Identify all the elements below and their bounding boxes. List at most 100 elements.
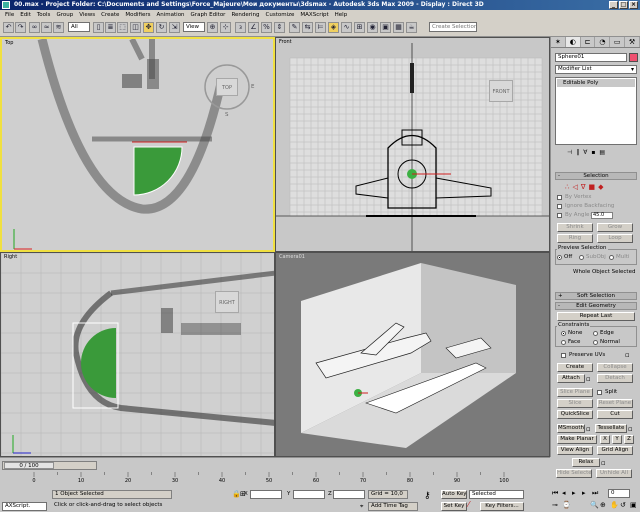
viewport-front[interactable]: Front FRONT (275, 37, 550, 252)
layer-manager-icon[interactable]: ◈ (328, 22, 339, 33)
close-icon[interactable]: × (629, 1, 638, 9)
zoom-all-icon[interactable]: ⊕ (600, 501, 606, 509)
constraint-normal-radio[interactable] (593, 340, 598, 345)
planar-z-button[interactable]: Z (624, 435, 634, 444)
time-slider-knob[interactable]: 0 / 100 (4, 462, 54, 469)
configure-sets-icon[interactable]: ▤ (599, 149, 605, 156)
repeat-last-button[interactable]: Repeat Last (557, 312, 635, 321)
orbit-icon[interactable]: ↺ (620, 501, 626, 509)
material-editor-icon[interactable]: ◉ (367, 22, 378, 33)
selection-filter-dropdown[interactable]: All (68, 22, 90, 32)
y-coord-field[interactable] (293, 490, 325, 499)
trackbar-ruler[interactable]: 0 10 20 30 40 50 60 70 80 90 100 (30, 472, 510, 482)
spinner-snap-icon[interactable]: ⇕ (274, 22, 285, 33)
link-icon[interactable]: ∞ (29, 22, 40, 33)
collapse-button[interactable]: Collapse (597, 363, 633, 372)
named-selection-icon[interactable]: ✎ (289, 22, 300, 33)
menu-help[interactable]: Help (332, 12, 351, 18)
preview-off-radio[interactable] (557, 255, 562, 260)
rect-selection-icon[interactable]: ⬚ (117, 22, 128, 33)
grid-align-button[interactable]: Grid Align (597, 446, 633, 455)
hierarchy-tab-icon[interactable]: ⊏ (581, 37, 596, 47)
constraint-face-radio[interactable] (561, 340, 566, 345)
viewcube-right[interactable]: RIGHT (215, 291, 239, 313)
menu-group[interactable]: Group (53, 12, 76, 18)
object-name-field[interactable]: Sphere01 (555, 53, 627, 62)
time-config-icon[interactable]: ⌚ (562, 501, 571, 509)
constraint-edge-radio[interactable] (593, 331, 598, 336)
snaps-toggle-icon[interactable]: ₃ (235, 22, 246, 33)
edit-geometry-rollout-header[interactable]: - Edit Geometry (555, 302, 637, 310)
ignore-backfacing-checkbox[interactable] (557, 204, 562, 209)
menu-tools[interactable]: Tools (34, 12, 54, 18)
key-mode-icon[interactable]: ⊸ (552, 501, 558, 509)
play-icon[interactable]: ▸ (572, 489, 576, 497)
window-crossing-icon[interactable]: ◫ (130, 22, 141, 33)
ring-button[interactable]: Ring (557, 234, 593, 243)
unhide-all-button[interactable]: Unhide All (596, 469, 632, 478)
next-frame-icon[interactable]: ▸ (582, 489, 586, 497)
pivot-center-icon[interactable]: ⊕ (207, 22, 218, 33)
goto-end-icon[interactable]: ⏭ (592, 489, 598, 497)
viewport-right[interactable]: Right RIGHT (0, 252, 275, 457)
select-object-icon[interactable]: ▯ (93, 22, 104, 33)
view-align-button[interactable]: View Align (557, 446, 593, 455)
menu-file[interactable]: File (2, 12, 17, 18)
render-production-icon[interactable]: ☕ (406, 22, 417, 33)
selection-rollout-header[interactable]: - Selection (555, 172, 637, 180)
by-vertex-checkbox[interactable] (557, 195, 562, 200)
loop-button[interactable]: Loop (597, 234, 633, 243)
remove-modifier-icon[interactable]: ▪ (591, 149, 595, 156)
create-button[interactable]: Create (557, 363, 593, 372)
viewport-label[interactable]: Right (4, 254, 17, 260)
named-selection-set-input[interactable]: Create Selection Set (429, 22, 477, 32)
current-frame-field[interactable]: 0 (608, 489, 630, 498)
settings-icon[interactable]: ▫ (625, 351, 630, 359)
curve-editor-icon[interactable]: ∿ (341, 22, 352, 33)
slice-plane-button[interactable]: Slice Plane (557, 388, 593, 397)
render-setup-icon[interactable]: ▣ (380, 22, 391, 33)
bind-space-warp-icon[interactable]: ≋ (53, 22, 64, 33)
attach-settings-icon[interactable]: ▫ (586, 375, 591, 383)
menu-animation[interactable]: Animation (154, 12, 188, 18)
preview-subobj-radio[interactable] (579, 255, 584, 260)
tessellate-button[interactable]: Tessellate (595, 424, 627, 433)
minimize-icon[interactable]: _ (609, 1, 618, 9)
display-tab-icon[interactable]: ▭ (610, 37, 626, 47)
set-key-button[interactable]: Set Key (441, 502, 467, 511)
utilities-tab-icon[interactable]: ⚒ (625, 37, 640, 47)
unlink-icon[interactable]: ≈ (41, 22, 52, 33)
shrink-button[interactable]: Shrink (557, 223, 593, 232)
add-time-tag-button[interactable]: Add Time Tag (368, 502, 418, 511)
menu-customize[interactable]: Customize (263, 12, 298, 18)
reference-coordinate-dropdown[interactable]: View (183, 22, 205, 32)
quickslice-button[interactable]: QuickSlice (557, 410, 593, 419)
viewport-top[interactable]: Top TOP E S (0, 37, 275, 252)
key-icon[interactable]: ⚷ (424, 492, 431, 501)
planar-y-button[interactable]: Y (612, 435, 622, 444)
maximize-viewport-icon[interactable]: ▣ (630, 501, 637, 509)
maxscript-listener[interactable]: AXScript. (2, 502, 47, 511)
modifier-list-dropdown[interactable]: Modifier List (555, 65, 637, 74)
relax-settings-icon[interactable]: ▫ (601, 459, 606, 467)
mirror-icon[interactable]: ⇆ (302, 22, 313, 33)
menu-graph-editor[interactable]: Graph Editor (188, 12, 229, 18)
angle-snap-icon[interactable]: ∠ (248, 22, 259, 33)
slice-button[interactable]: Slice (557, 399, 593, 408)
menu-maxscript[interactable]: MAXScript (297, 12, 331, 18)
undo-icon[interactable]: ↶ (3, 22, 14, 33)
z-coord-field[interactable] (333, 490, 365, 499)
viewcube-front[interactable]: FRONT (489, 80, 513, 102)
relax-button[interactable]: Relax (572, 458, 600, 467)
cut-button[interactable]: Cut (597, 410, 633, 419)
show-end-result-icon[interactable]: ‖ (576, 149, 579, 156)
viewport-label[interactable]: Front (279, 39, 292, 45)
percent-snap-icon[interactable]: % (261, 22, 272, 33)
goto-start-icon[interactable]: ⏮ (552, 489, 558, 497)
soft-selection-rollout-header[interactable]: + Soft Selection (555, 292, 637, 300)
select-by-name-icon[interactable]: ≣ (105, 22, 116, 33)
detach-button[interactable]: Detach (597, 374, 633, 383)
select-scale-icon[interactable]: ⇲ (169, 22, 180, 33)
grow-button[interactable]: Grow (597, 223, 633, 232)
viewport-camera[interactable]: Camera01 (275, 252, 550, 457)
